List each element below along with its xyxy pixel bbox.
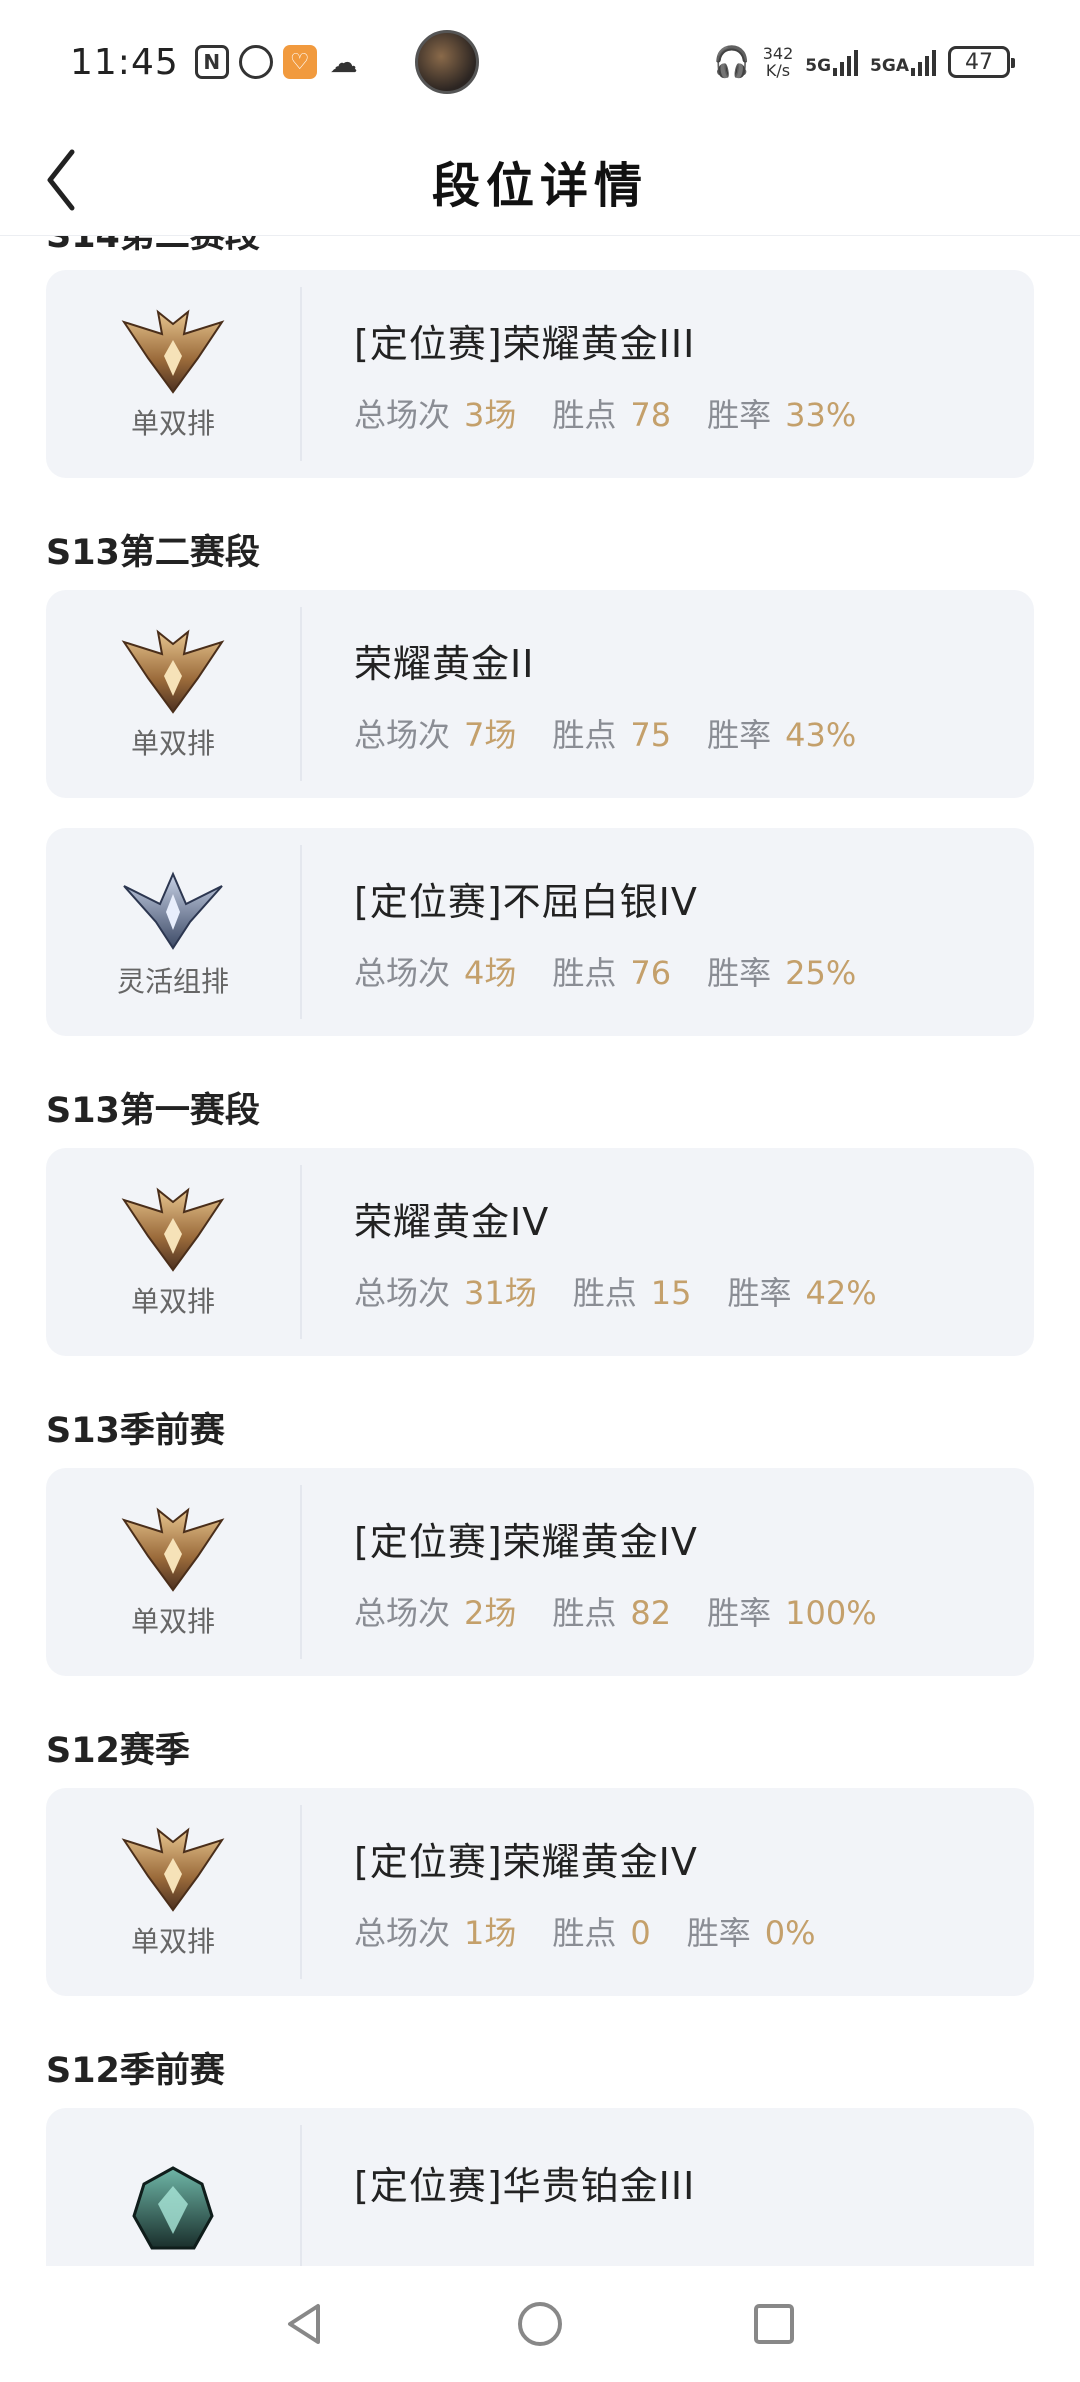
status-bar: 11:45 N ♡ ☁ 🎧 342 K/s 5G 5GA 47 [0,0,1080,124]
gold-rank-emblem-icon [121,1187,225,1272]
rank-details: [定位赛]荣耀黄金IV 总场次 1场 胜点 0 胜率 0% [302,1831,816,1954]
win-points-stat: 胜点 0 [552,1913,651,1952]
nav-back-button[interactable] [276,2294,336,2354]
rank-history-list[interactable]: S14第二赛段单双排 [定位赛]荣耀黄金III 总场次3场胜点78 胜率33% S13第… [0,236,1080,2266]
rank-emblem-area [46,2125,302,2266]
rank-stats: 总场次 1场 胜点 0 胜率 0% [354,1908,816,1954]
total-games-stat: 总场次 7场 [354,715,517,754]
wechat-icon: ☁ [329,45,358,79]
win-rate-stat: 胜率 25% [707,953,857,992]
rank-emblem-area: 灵活组排 [46,845,302,1019]
rank-details: [定位赛]华贵铂金III [302,2155,695,2267]
total-games-stat: 总场次 1场 [354,1913,517,1952]
win-rate-stat: 胜率 100% [707,1593,877,1632]
signal-5g-icon: 5G [805,48,859,76]
rank-name: [定位赛]荣耀黄金IV [354,1839,698,1884]
alarm-icon [238,45,273,79]
app-header: 段位详情 [0,124,1080,236]
page-title: 段位详情 [431,158,648,214]
rank-emblem-area: 单双排 [46,1165,302,1339]
queue-type-label: 灵活组排 [116,965,229,998]
total-games-stat: 总场次 3场 [354,395,517,434]
win-points-stat [404,2232,418,2267]
total-games-stat: 总场次 4场 [354,953,517,992]
rank-card[interactable]: 灵活组排 [定位赛]不屈白银IV 总场次 4场 胜点 76 胜率 25% [46,828,1034,1036]
rank-emblem-area: 单双排 [46,287,302,461]
queue-type-label: 单双排 [130,727,215,760]
rank-details: [定位赛]荣耀黄金IV 总场次 2场 胜点 82 胜率 100% [302,1511,877,1634]
rank-stats: 总场次 4场 胜点 76 胜率 25% [354,948,856,994]
rank-stats: 总场次 7场 胜点 75 胜率 43% [354,710,856,756]
rank-details: 荣耀黄金II 总场次 7场 胜点 75 胜率 43% [302,633,856,756]
win-rate-stat [454,2232,468,2267]
rank-name: [定位赛]华贵铂金III [354,2163,696,2208]
rank-card[interactable]: 单双排 [定位赛]荣耀黄金IV 总场次 1场 胜点 0 胜率 0% [46,1788,1034,1996]
notification-icons: N ♡ ☁ [194,45,361,79]
queue-type-label: 单双排 [130,1925,215,1958]
win-points-stat: 胜点 15 [572,1273,692,1312]
gold-rank-emblem-icon [121,629,225,714]
rank-name: [定位赛]荣耀黄金III [354,321,696,366]
rank-stats: 总场次 31场 胜点 15 胜率 42% [354,1268,877,1314]
nfc-icon: N [194,45,229,79]
win-rate-stat: 胜率 0% [686,1913,816,1952]
app-notification-icon: ♡ [282,45,317,79]
win-points-stat: 胜点 78 [552,395,672,434]
rank-stats: 总场次 3场 胜点 78 胜率 33% [354,390,856,436]
gold-rank-emblem-icon [121,1827,225,1912]
rank-name: [定位赛]不屈白银IV [354,879,698,924]
total-games-stat: 总场次 31场 [354,1273,537,1312]
rank-card[interactable]: [定位赛]华贵铂金III [46,2108,1034,2266]
win-rate-stat: 胜率 33% [707,395,857,434]
rank-name: 荣耀黄金IV [354,1199,550,1244]
floating-avatar[interactable] [414,30,479,94]
rank-details: 荣耀黄金IV 总场次 31场 胜点 15 胜率 42% [302,1191,877,1314]
season-title: S12赛季 [46,1730,190,1771]
total-games-stat [354,2232,368,2267]
gold-rank-emblem-icon [121,1507,225,1592]
season-title: S13第一赛段 [46,1090,260,1131]
network-speed: 342 K/s [762,44,794,80]
signal-5ga-icon: 5GA [870,48,936,76]
gold-rank-emblem-icon [121,309,225,394]
queue-type-label: 单双排 [130,1605,215,1638]
status-time: 11:45 [70,41,179,83]
win-points-stat: 胜点 75 [552,715,672,754]
rank-name: 荣耀黄金II [354,641,535,686]
season-title: S13第二赛段 [46,532,260,573]
rank-emblem-area: 单双排 [46,1485,302,1659]
rank-card[interactable]: 单双排 荣耀黄金IV 总场次 31场 胜点 15 胜率 42% [46,1148,1034,1356]
total-games-stat: 总场次 2场 [354,1593,517,1632]
recents-square-icon [754,2304,794,2344]
win-rate-stat: 胜率 42% [727,1273,877,1312]
platinum-rank-emblem-icon [132,2166,214,2250]
win-rate-stat: 胜率 43% [707,715,857,754]
rank-stats [354,2232,695,2267]
rank-emblem-area: 单双排 [46,1805,302,1979]
home-circle-icon [518,2302,562,2346]
rank-stats: 总场次 2场 胜点 82 胜率 100% [354,1588,877,1634]
rank-name: [定位赛]荣耀黄金IV [354,1519,698,1564]
rank-emblem-area: 单双排 [46,607,302,781]
rank-card[interactable]: 单双排 [定位赛]荣耀黄金IV 总场次 2场 胜点 82 胜率 100% [46,1468,1034,1676]
system-nav-bar [0,2266,1080,2382]
status-right: 🎧 342 K/s 5G 5GA 47 [713,44,1015,80]
season-title: S14第二赛段 [0,236,1080,270]
win-points-stat: 胜点 76 [552,953,672,992]
headphone-icon: 🎧 [713,44,751,80]
nav-recents-button[interactable] [744,2294,804,2354]
nav-home-button[interactable] [510,2294,570,2354]
season-title: S12季前赛 [46,2050,225,2091]
rank-card[interactable]: 单双排 荣耀黄金II 总场次 7场 胜点 75 胜率 43% [46,590,1034,798]
battery-icon: 47 [948,46,1015,78]
win-points-stat: 胜点 82 [552,1593,672,1632]
queue-type-label: 单双排 [130,1285,215,1318]
back-triangle-icon [288,2304,320,2344]
queue-type-label: 单双排 [130,407,215,440]
rank-card[interactable]: 单双排 [定位赛]荣耀黄金III 总场次 3场 胜点 78 胜率 33% [46,270,1034,478]
season-title: S13季前赛 [46,1410,225,1451]
rank-details: [定位赛]不屈白银IV 总场次 4场 胜点 76 胜率 25% [302,871,856,994]
silver-rank-emblem-icon [123,871,223,950]
rank-details: [定位赛]荣耀黄金III 总场次 3场 胜点 78 胜率 33% [302,313,856,436]
